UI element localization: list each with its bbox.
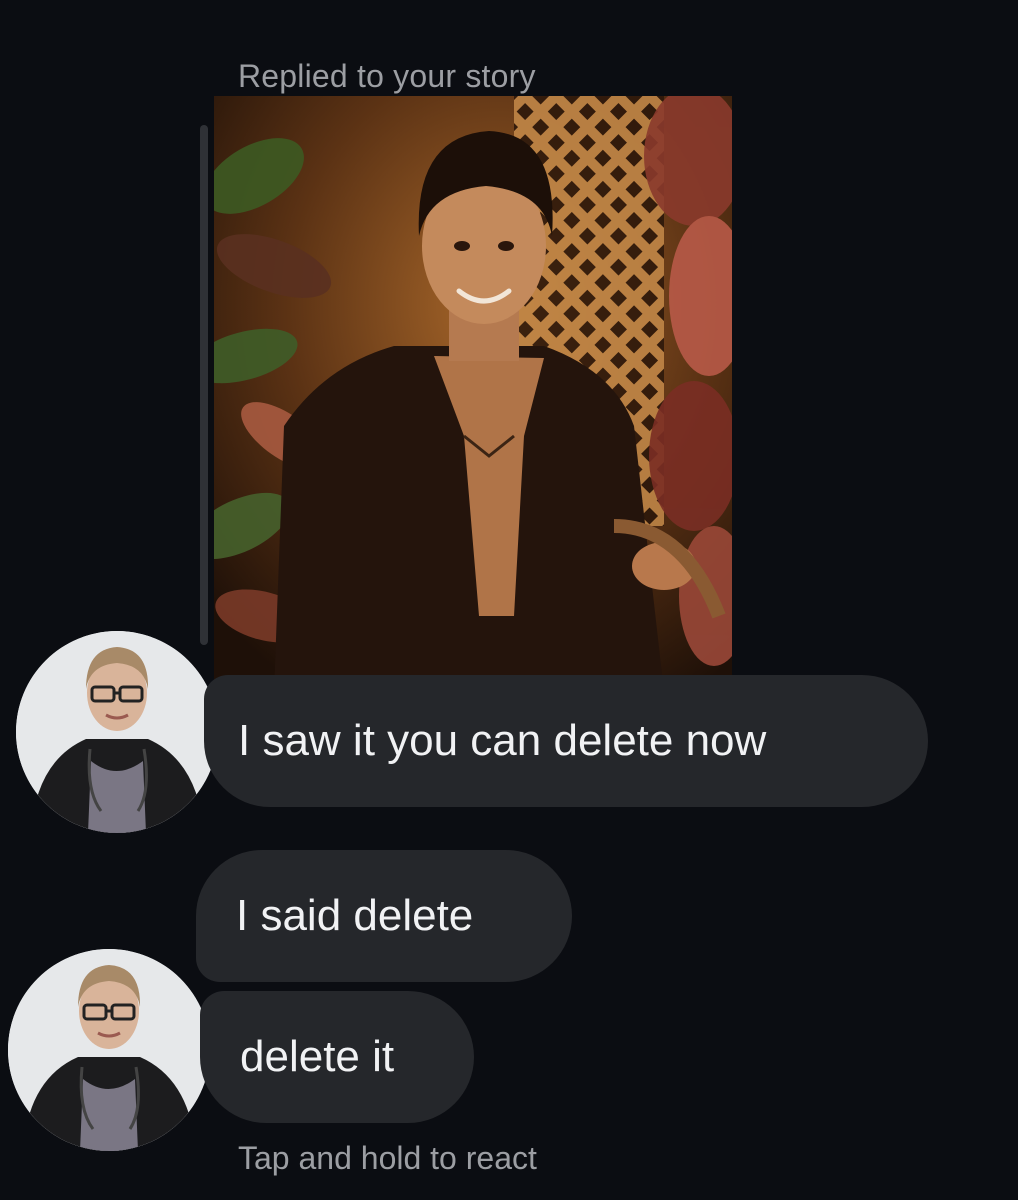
reply-context-label: Replied to your story xyxy=(238,58,536,94)
reply-indicator-bar xyxy=(200,125,208,645)
message-bubble[interactable]: I saw it you can delete now xyxy=(204,675,928,807)
chat-thread: Replied to your story I saw it you can d… xyxy=(0,0,1018,1200)
story-reply-thumbnail[interactable] xyxy=(214,96,732,692)
message-text: delete it xyxy=(240,1032,395,1081)
message-bubble[interactable]: delete it xyxy=(200,991,474,1123)
message-text: I saw it you can delete now xyxy=(238,716,767,765)
react-hint: Tap and hold to react xyxy=(238,1140,537,1176)
sender-avatar[interactable] xyxy=(8,949,210,1151)
message-text: I said delete xyxy=(236,891,474,940)
message-bubble[interactable]: I said delete xyxy=(196,850,572,982)
sender-avatar[interactable] xyxy=(16,631,218,833)
